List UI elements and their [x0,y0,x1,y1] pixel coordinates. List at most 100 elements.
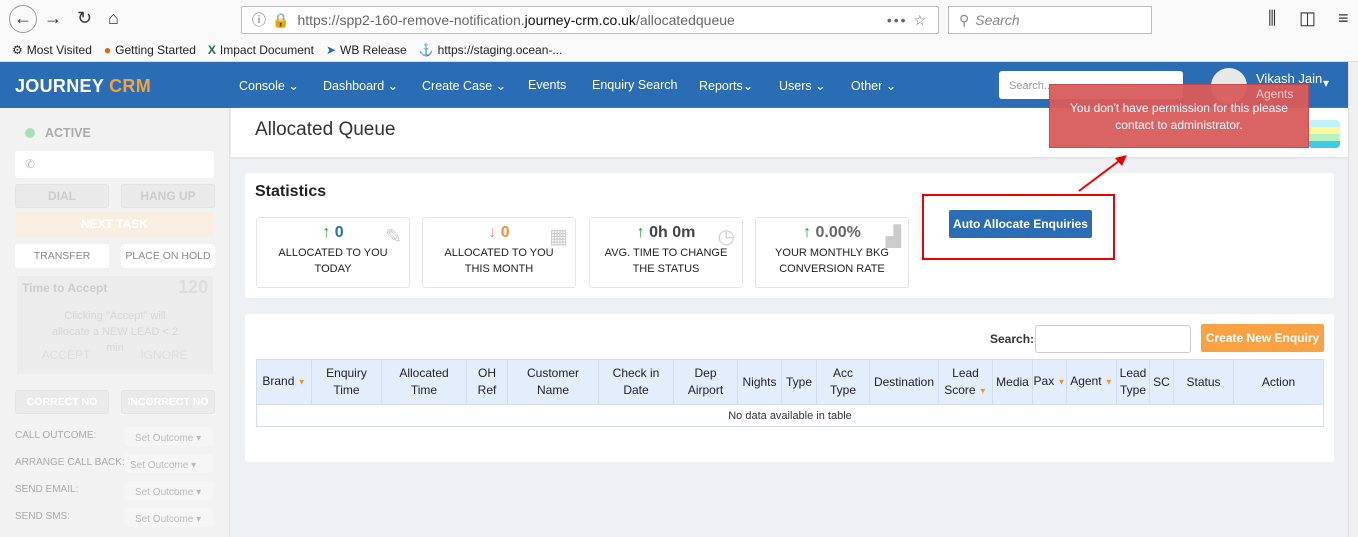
library-icon[interactable]: ⫼ [1268,8,1276,29]
column-header-lead-score[interactable]: Lead Score ▼ [938,359,993,405]
nav-other[interactable]: Other ⌄ [851,78,896,93]
browser-toolbar: ← → ↻ ⌂ ⓘ 🔒 https://spp2-160-remove-noti… [0,0,1358,38]
bookmark-label: Getting Started [115,42,196,57]
accept-button[interactable]: ACCEPT [23,348,109,362]
nav-create-case[interactable]: Create Case ⌄ [422,78,506,93]
incorrect-no-button[interactable]: INCORRECT NO [121,390,215,414]
statistics-heading: Statistics [255,183,327,200]
column-header-enquiry-time[interactable]: Enquiry Time [311,359,382,405]
select-value: Set Outcome [135,514,194,525]
home-icon[interactable]: ⌂ [108,8,119,29]
column-header-media[interactable]: Media [992,359,1033,405]
column-header-acc-type[interactable]: Acc Type [816,359,870,405]
column-header-lead-type[interactable]: Lead Type [1116,359,1150,405]
bookmark-label: Impact Document [219,42,314,57]
header-text: Status [1186,374,1221,389]
column-header-dep-airport[interactable]: Dep Airport [673,359,738,405]
arrange-call-back-select[interactable]: Set Outcome ▾ [125,454,213,473]
transfer-button[interactable]: TRANSFER [15,244,109,268]
nav-reports[interactable]: Reports⌄ [699,78,753,93]
nav-users[interactable]: Users ⌄ [779,78,826,93]
header-text: Allocated [399,366,449,380]
header-text: Lead [952,365,979,380]
send-sms-select[interactable]: Set Outcome ▾ [125,508,213,527]
send-email-select[interactable]: Set Outcome ▾ [125,481,213,500]
table-search-input[interactable] [1035,325,1191,353]
sort-caret-icon[interactable]: ▼ [979,386,987,395]
column-header-allocated-time[interactable]: Allocated Time [381,359,467,405]
sort-caret-icon[interactable]: ▼ [1105,378,1113,387]
column-header-status[interactable]: Status [1173,359,1234,405]
page-actions-icon[interactable]: ••• ☆ [887,12,928,29]
url-path: /allocatedqueue [635,12,735,28]
bookmark-staging[interactable]: ⚓ https://staging.ocean-... [419,43,563,57]
dial-button[interactable]: DIAL [15,184,109,208]
header-text: Agent [1070,374,1102,389]
column-header-customer-name[interactable]: Customer Name [507,359,599,405]
ignore-button[interactable]: IGNORE [121,348,207,362]
nav-events[interactable]: Events [528,78,566,92]
column-header-oh-ref[interactable]: OH Ref [466,359,508,405]
stat-label-line: ALLOCATED TO YOU [444,247,554,259]
reload-icon[interactable]: ↻ [77,8,92,29]
place-on-hold-button[interactable]: PLACE ON HOLD [121,244,215,268]
header-text: Brand [262,374,295,389]
search-icon: ⚲ [959,11,970,28]
column-header-pax[interactable]: Pax ▼ [1032,359,1067,405]
menu-icon[interactable]: ≡ [1338,8,1349,29]
header-text: Date [623,383,649,397]
stat-label-line: YOUR MONTHLY BKG [775,247,889,259]
color-legend-icon [1308,120,1340,148]
nav-console[interactable]: Console ⌄ [239,78,299,93]
column-header-destination[interactable]: Destination [869,359,939,405]
column-header-sc[interactable]: SC [1149,359,1174,405]
header-text: Enquiry [326,366,367,380]
url-domain: journey-crm.co.uk [524,12,636,28]
sort-caret-icon[interactable]: ▼ [1058,378,1066,387]
hang-up-button[interactable]: HANG UP [121,184,215,208]
forward-icon[interactable]: → [44,8,62,29]
softphone-sidebar: ACTIVE ✆ DIAL HANG UP NEXT TASK TRANSFER… [0,108,230,537]
status-label: ACTIVE [45,126,91,140]
scrollbar[interactable] [1348,62,1358,537]
bookmark-impact-document[interactable]: X Impact Document [208,43,314,57]
column-header-nights[interactable]: Nights [737,359,782,405]
nav-label: Reports [699,79,743,93]
bookmark-getting-started[interactable]: ● Getting Started [104,43,196,57]
table-row: No data available in table [256,404,1324,427]
header-text: Acc [832,366,853,380]
logo[interactable]: JOURNEY CRM [15,76,151,97]
stat-icon: ◷ [717,226,735,248]
browser-search[interactable]: ⚲ Search [948,6,1152,34]
url-bar[interactable]: ⓘ 🔒 https://spp2-160-remove-notification… [241,6,939,34]
user-role: Agents [1256,87,1294,101]
sidebar-toggle-icon[interactable]: ◫ [1299,8,1316,29]
bookmark-wb-release[interactable]: ➤ WB Release [326,43,407,57]
status-dot-icon [25,128,35,138]
column-header-brand[interactable]: Brand ▼ [256,359,312,405]
sort-caret-icon[interactable]: ▼ [298,378,306,387]
search-placeholder: Search [975,12,1020,28]
column-header-action[interactable]: Action [1233,359,1324,405]
call-outcome-select[interactable]: Set Outcome ▾ [125,427,213,446]
column-header-type[interactable]: Type [781,359,817,405]
stat-label-line: ALLOCATED TO YOU [278,247,388,259]
bookmark-most-visited[interactable]: ⚙ Most Visited [12,43,92,57]
nav-enquiry-search[interactable]: Enquiry Search [592,78,677,92]
phone-input[interactable]: ✆ [15,151,214,178]
user-menu-caret-icon[interactable]: ▾ [1323,76,1329,90]
search-placeholder: Search... [1009,80,1054,92]
logo-text-crm: CRM [103,76,151,96]
header-text: Media [996,374,1029,389]
column-header-agent[interactable]: Agent ▼ [1066,359,1117,405]
back-icon[interactable]: ← [9,5,37,33]
accept-timer: 120 [177,277,208,297]
empty-message: No data available in table [256,404,1324,427]
nav-dashboard[interactable]: Dashboard ⌄ [323,78,398,93]
correct-no-button[interactable]: CORRECT NO [15,390,109,414]
next-task-button[interactable]: NEXT TASK [15,212,214,237]
stat-icon: ✎ [385,226,402,248]
create-new-enquiry-button[interactable]: Create New Enquiry [1201,324,1324,352]
firefox-icon: ● [103,42,112,57]
column-header-check-in-date[interactable]: Check in Date [598,359,674,405]
